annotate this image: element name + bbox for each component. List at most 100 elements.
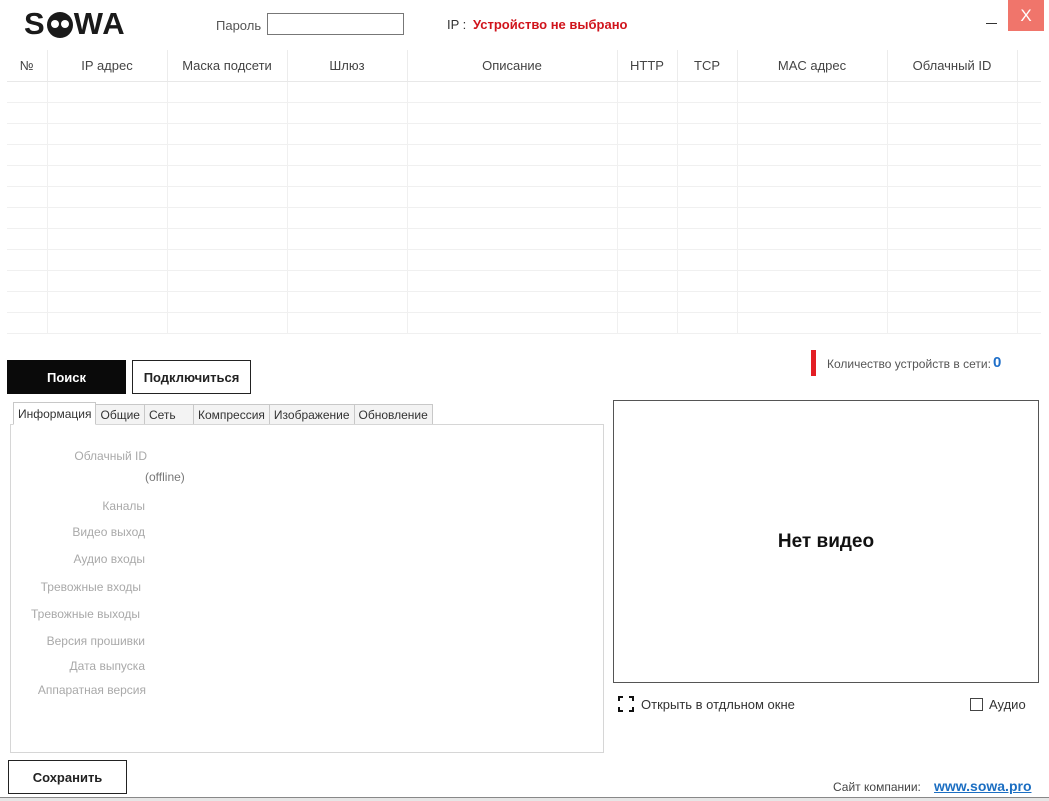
table-cell [737, 81, 888, 103]
column-header-cloud-id[interactable]: Облачный ID [887, 50, 1018, 82]
table-cell [887, 270, 1018, 292]
table-cell [287, 81, 408, 103]
table-row[interactable] [7, 123, 1041, 145]
info-cloud-id-label: Облачный ID [74, 449, 147, 463]
info-audio-in-label: Аудио входы [73, 552, 145, 566]
column-header-http[interactable]: HTTP [617, 50, 678, 82]
table-row[interactable] [7, 291, 1041, 313]
close-button[interactable]: X [1008, 0, 1044, 31]
tab-update[interactable]: Обновление [354, 404, 433, 425]
table-row[interactable] [7, 207, 1041, 229]
table-row[interactable] [7, 102, 1041, 124]
table-cell [617, 165, 678, 187]
table-cell [1017, 102, 1041, 124]
table-cell [617, 270, 678, 292]
table-row[interactable] [7, 249, 1041, 271]
save-button[interactable]: Сохранить [8, 760, 127, 794]
table-cell [287, 144, 408, 166]
search-button[interactable]: Поиск [7, 360, 126, 394]
company-site-label: Сайт компании: [833, 780, 921, 794]
table-cell [407, 144, 618, 166]
table-cell [407, 207, 618, 229]
tab-network[interactable]: Сеть [144, 404, 194, 425]
table-cell [7, 249, 48, 271]
tab-image[interactable]: Изображение [269, 404, 355, 425]
column-header-ip[interactable]: IP адрес [47, 50, 168, 82]
table-cell [287, 102, 408, 124]
info-video-out-label: Видео выход [72, 525, 145, 539]
table-cell [617, 81, 678, 103]
audio-label: Аудио [989, 697, 1026, 712]
tab-compression[interactable]: Компрессия [193, 404, 270, 425]
table-cell [167, 270, 288, 292]
table-cell [617, 291, 678, 313]
column-header-tcp[interactable]: TCP [677, 50, 738, 82]
connect-button[interactable]: Подключиться [132, 360, 251, 394]
table-cell [1017, 165, 1041, 187]
column-header-extra [1017, 50, 1041, 82]
table-cell [1017, 312, 1041, 334]
table-cell [167, 81, 288, 103]
column-header-description[interactable]: Описание [407, 50, 618, 82]
company-site-link[interactable]: www.sowa.pro [934, 778, 1032, 794]
open-separate-window-button[interactable]: Открыть в отдльном окне [618, 696, 795, 712]
table-row[interactable] [7, 228, 1041, 250]
table-cell [407, 81, 618, 103]
audio-checkbox[interactable] [970, 698, 983, 711]
table-cell [737, 186, 888, 208]
table-cell [407, 270, 618, 292]
no-video-text: Нет видео [777, 530, 875, 552]
tab-general[interactable]: Общие [96, 404, 145, 425]
column-header-mask[interactable]: Маска подсети [167, 50, 288, 82]
password-input[interactable] [267, 13, 404, 35]
audio-toggle[interactable]: Аудио [970, 697, 1026, 712]
table-cell [617, 249, 678, 271]
table-cell [407, 291, 618, 313]
table-cell [7, 165, 48, 187]
table-row[interactable] [7, 144, 1041, 166]
column-header-mac[interactable]: MAC адрес [737, 50, 888, 82]
table-cell [47, 291, 168, 313]
table-cell [167, 186, 288, 208]
table-cell [677, 102, 738, 124]
status-bar [0, 797, 1049, 801]
device-table[interactable]: № IP адрес Маска подсети Шлюз Описание H… [7, 50, 1041, 340]
table-row[interactable] [7, 270, 1041, 292]
column-header-gateway[interactable]: Шлюз [287, 50, 408, 82]
table-cell [617, 102, 678, 124]
table-cell [407, 123, 618, 145]
table-cell [287, 207, 408, 229]
minimize-button[interactable] [980, 6, 1002, 28]
table-cell [1017, 186, 1041, 208]
table-cell [677, 228, 738, 250]
table-cell [7, 207, 48, 229]
table-cell [887, 186, 1018, 208]
table-cell [167, 207, 288, 229]
table-cell [47, 123, 168, 145]
table-row[interactable] [7, 81, 1041, 103]
table-cell [407, 228, 618, 250]
device-count-value: 0 [993, 354, 1002, 371]
table-cell [617, 228, 678, 250]
ip-label: IP : [447, 17, 467, 32]
table-cell [887, 312, 1018, 334]
table-row[interactable] [7, 165, 1041, 187]
expand-icon [618, 696, 634, 712]
table-cell [677, 123, 738, 145]
close-icon: X [1020, 5, 1032, 25]
table-cell [287, 291, 408, 313]
table-row[interactable] [7, 312, 1041, 334]
column-header-number[interactable]: № [7, 50, 48, 82]
table-cell [1017, 249, 1041, 271]
table-cell [737, 144, 888, 166]
table-cell [1017, 123, 1041, 145]
table-cell [407, 102, 618, 124]
table-cell [287, 312, 408, 334]
table-cell [887, 144, 1018, 166]
info-firmware-label: Версия прошивки [46, 634, 145, 648]
table-row[interactable] [7, 186, 1041, 208]
table-cell [407, 186, 618, 208]
video-preview[interactable]: Нет видео [613, 400, 1039, 683]
table-cell [677, 207, 738, 229]
tab-information[interactable]: Информация [13, 402, 97, 425]
